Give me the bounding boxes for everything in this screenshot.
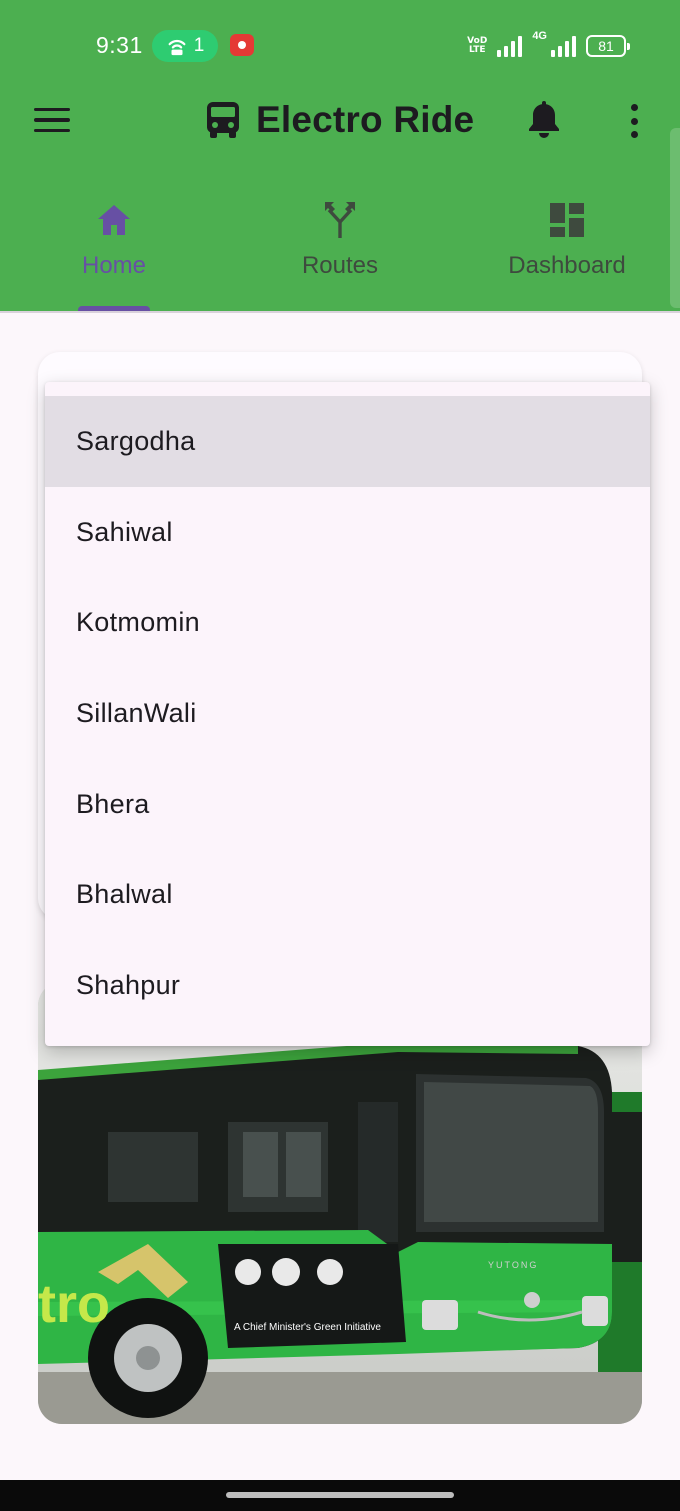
bus-icon <box>206 101 240 139</box>
tab-bar: Home Routes Dashboard <box>0 190 680 311</box>
more-vert-icon[interactable] <box>624 104 644 138</box>
dropdown-option-bhera[interactable]: Bhera <box>45 759 650 850</box>
bus-brand-text: YUTONG <box>488 1260 538 1270</box>
app-title: Electro Ride <box>256 99 475 140</box>
system-nav-bar <box>0 1480 680 1511</box>
dropdown-option-sillanwali[interactable]: SillanWali <box>45 668 650 759</box>
volte-icon: VoD LTE <box>467 36 488 55</box>
app-header: 9:31 1 VoD LTE 4G 81 Electro Ride Home R… <box>0 0 680 311</box>
network-type: 4G <box>532 30 547 42</box>
tab-home-label: Home <box>81 252 147 279</box>
tab-routes-label: Routes <box>301 252 379 279</box>
status-bar: 9:31 1 VoD LTE 4G 81 <box>0 0 680 90</box>
dropdown-option-kotmomin[interactable]: Kotmomin <box>45 577 650 668</box>
dropdown-option-bhalwal[interactable]: Bhalwal <box>45 849 650 940</box>
header-divider <box>0 311 680 313</box>
bus-initiative-text: A Chief Minister's Green Initiative <box>234 1322 381 1333</box>
battery-level: 81 <box>598 38 614 54</box>
home-gesture-handle[interactable] <box>226 1492 454 1498</box>
tab-dashboard-label: Dashboard <box>508 252 626 279</box>
menu-icon[interactable] <box>34 104 72 136</box>
hotspot-icon <box>168 39 186 56</box>
svg-text:tro: tro <box>38 1274 110 1334</box>
tab-routes[interactable]: Routes <box>280 190 400 311</box>
hotspot-indicator: 1 <box>152 30 218 62</box>
battery-icon: 81 <box>586 35 630 57</box>
dashboard-icon <box>549 200 585 240</box>
signal-icon-sim1 <box>497 35 523 57</box>
status-time: 9:31 <box>96 32 143 58</box>
dropdown-option-shahpur[interactable]: Shahpur <box>45 940 650 1031</box>
city-dropdown-menu: Sargodha Sahiwal Kotmomin SillanWali Bhe… <box>45 382 650 1046</box>
home-icon <box>96 200 132 240</box>
bell-icon[interactable] <box>526 100 562 140</box>
signal-icon-sim2 <box>551 35 576 57</box>
tab-home[interactable]: Home <box>58 190 170 311</box>
tab-dashboard[interactable]: Dashboard <box>492 190 642 311</box>
hotspot-count: 1 <box>193 35 205 56</box>
bus-image: tro A Chief Minister's Green Initiative … <box>38 982 642 1424</box>
dropdown-option-sahiwal[interactable]: Sahiwal <box>45 487 650 578</box>
dropdown-option-sargodha[interactable]: Sargodha <box>45 396 650 487</box>
fork-icon <box>323 200 357 240</box>
status-icons: VoD LTE 4G 81 <box>467 30 630 62</box>
screen-record-icon <box>230 34 254 56</box>
app-title-group: Electro Ride <box>206 96 474 144</box>
